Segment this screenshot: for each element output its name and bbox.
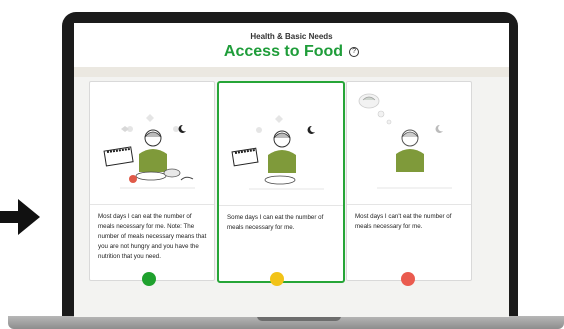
person-single-plate-icon [231, 115, 324, 190]
option-card-most-days-can-eat[interactable]: Most days I can eat the number of meals … [89, 81, 215, 281]
option-description: Most days I can't eat the number of meal… [355, 213, 452, 230]
status-dot-yellow[interactable] [270, 272, 284, 286]
person-thinking-food-icon [358, 93, 452, 189]
status-dot-green[interactable] [142, 272, 156, 286]
app-screen: Health & Basic Needs Access to Food ? Mo… [74, 23, 509, 317]
illustration-person-with-meals [90, 82, 214, 205]
section-subtitle: Health & Basic Needs [250, 32, 333, 41]
header-divider [74, 67, 509, 77]
page-title: Access to Food [223, 43, 344, 60]
option-card-some-days-can-eat[interactable]: Some days I can eat the number of meals … [217, 81, 345, 283]
option-card-most-days-cannot-eat[interactable]: Most days I can't eat the number of meal… [346, 81, 472, 281]
option-description: Some days I can eat the number of meals … [227, 214, 324, 231]
person-eating-icon [103, 114, 195, 189]
status-dot-red[interactable] [401, 272, 415, 286]
arrow-right-icon [0, 199, 40, 235]
page-header: Health & Basic Needs Access to Food ? [74, 23, 509, 67]
help-icon[interactable]: ? [349, 47, 360, 57]
option-description: Most days I can eat the number of meals … [98, 213, 207, 260]
illustration-person-single-meal [219, 83, 343, 206]
illustration-person-no-meal [347, 82, 471, 205]
title-row: Access to Food ? [74, 43, 509, 61]
